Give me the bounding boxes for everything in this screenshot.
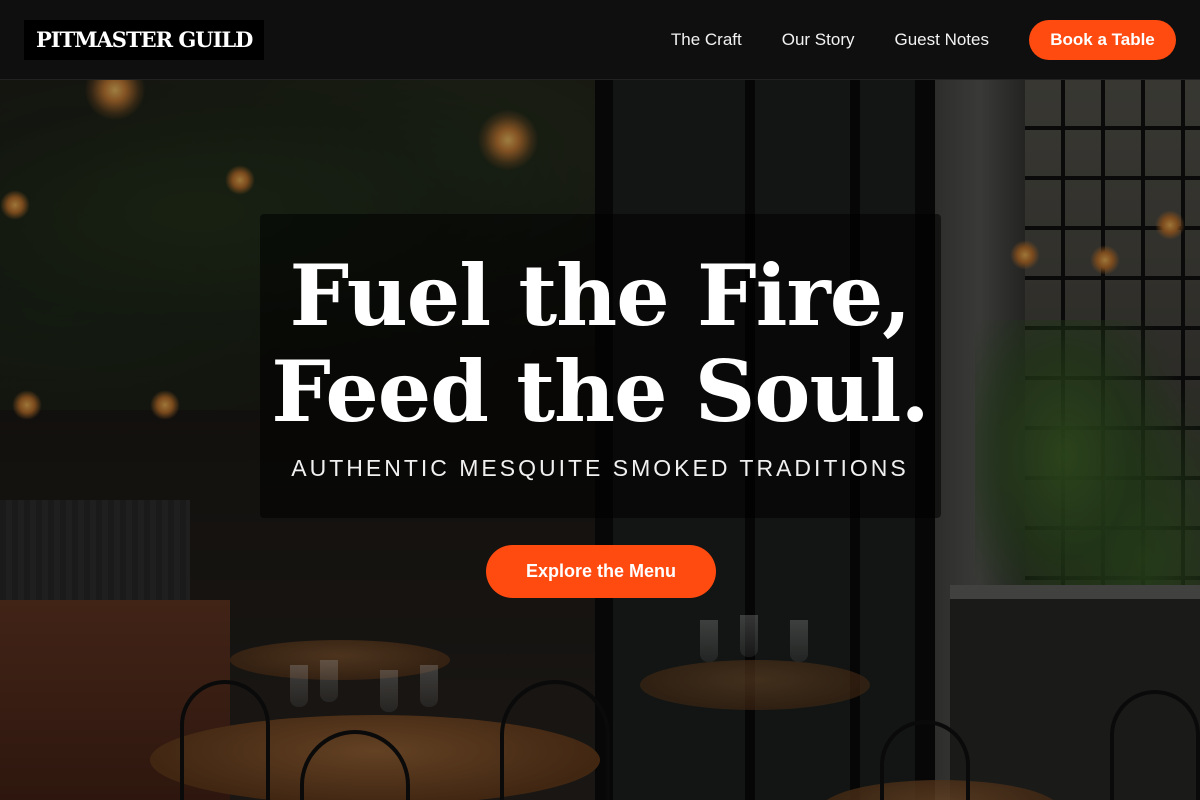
hero-headline-line-1: Fuel the Fire, bbox=[289, 246, 912, 345]
hero-tagline: AUTHENTIC MESQUITE SMOKED TRADITIONS bbox=[291, 455, 909, 481]
explore-menu-button[interactable]: Explore the Menu bbox=[486, 545, 716, 598]
hero-headline: Fuel the Fire, Feed the Soul. bbox=[0, 248, 1200, 440]
brand-logo[interactable]: PITMASTER GUILD bbox=[24, 19, 265, 60]
hero-headline-line-2: Feed the Soul. bbox=[271, 342, 929, 441]
nav-link-our-story[interactable]: Our Story bbox=[782, 30, 855, 50]
book-table-button[interactable]: Book a Table bbox=[1029, 19, 1176, 60]
site-header: PITMASTER GUILD The Craft Our Story Gues… bbox=[0, 0, 1200, 80]
main-nav: The Craft Our Story Guest Notes Book a T… bbox=[671, 19, 1176, 60]
nav-link-guest-notes[interactable]: Guest Notes bbox=[895, 30, 990, 50]
nav-link-the-craft[interactable]: The Craft bbox=[671, 30, 742, 50]
